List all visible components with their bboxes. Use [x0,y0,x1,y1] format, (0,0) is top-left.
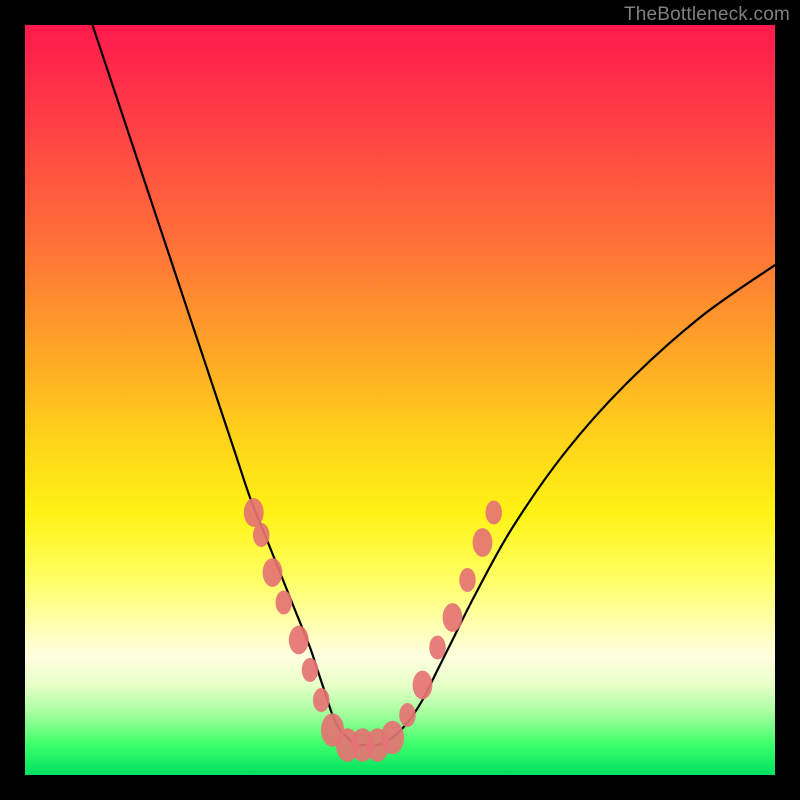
curve-marker [399,703,416,727]
curve-marker [459,568,476,592]
curve-marker [244,498,264,527]
curve-marker [413,671,433,700]
curve-marker [443,603,463,632]
curve-marker [486,501,503,525]
curve-markers [244,498,502,762]
curve-marker [381,721,404,755]
curve-marker [276,591,293,615]
curve-marker [429,636,446,660]
curve-marker [473,528,493,557]
curve-marker [263,558,283,587]
curve-marker [313,688,330,712]
watermark-text: TheBottleneck.com [624,4,790,26]
plot-area [25,25,775,775]
curve-marker [289,626,309,655]
chart-frame: TheBottleneck.com [0,0,800,800]
curve-marker [302,658,319,682]
curve-marker [253,523,270,547]
chart-svg [25,25,775,775]
